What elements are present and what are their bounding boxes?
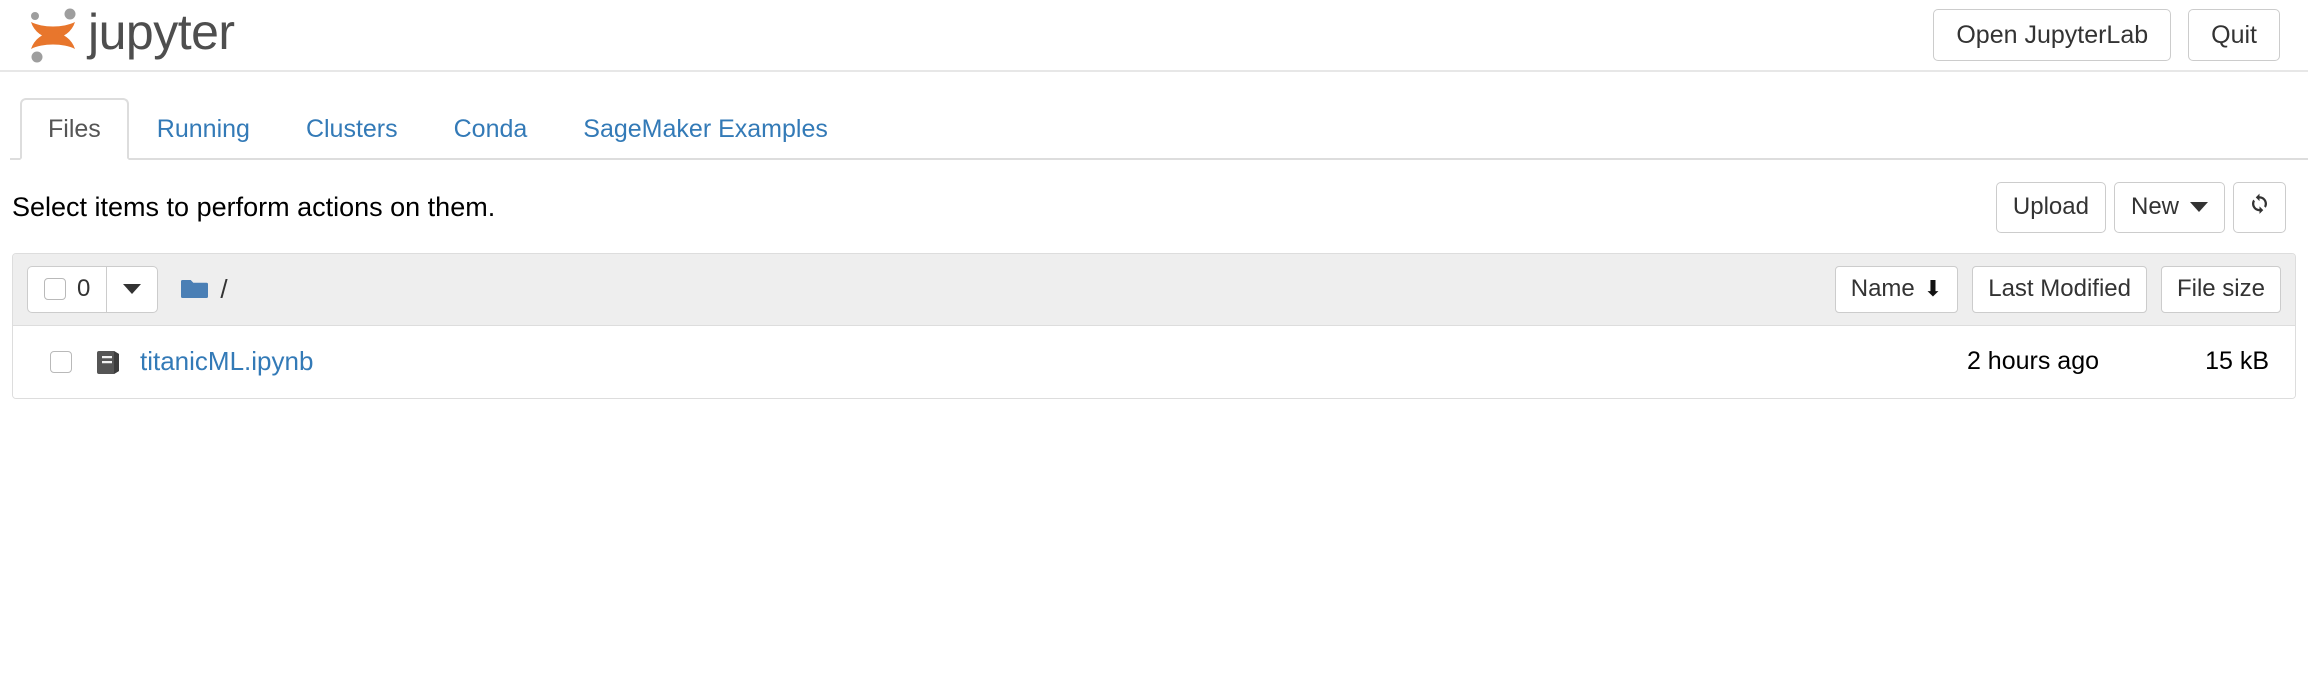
sort-by-file-size-button[interactable]: File size — [2160, 265, 2281, 313]
refresh-button[interactable] — [2233, 182, 2286, 233]
select-all-dropdown-button[interactable] — [106, 265, 159, 313]
jupyter-logo-icon — [22, 5, 84, 65]
new-button-label: New — [2130, 193, 2179, 220]
tab-conda[interactable]: Conda — [426, 98, 556, 160]
brand: jupyter — [22, 5, 235, 65]
row-checkbox-cell — [27, 350, 95, 373]
file-list-header: 0 / Name ⬇ Last Modified File size — [13, 253, 2295, 326]
file-last-modified: 2 hours ago — [1966, 347, 2099, 376]
sort-by-last-modified-button[interactable]: Last Modified — [1972, 265, 2147, 313]
quit-button[interactable]: Quit — [2188, 8, 2280, 62]
toolbar-actions: Upload New — [1995, 182, 2286, 233]
app-header: jupyter Open JupyterLab Quit — [0, 0, 2308, 72]
chevron-down-icon — [123, 284, 142, 295]
file-name-link[interactable]: titanicML.ipynb — [140, 346, 313, 377]
tab-files[interactable]: Files — [20, 98, 129, 160]
brand-title: jupyter — [88, 4, 235, 60]
file-size: 15 kB — [2205, 347, 2269, 376]
tabs-wrap: Files Running Clusters Conda SageMaker E… — [0, 72, 2308, 160]
chevron-down-icon — [2190, 202, 2208, 213]
folder-icon — [180, 277, 210, 302]
checkbox-icon[interactable] — [44, 278, 66, 301]
tab-bar: Files Running Clusters Conda SageMaker E… — [10, 98, 2308, 160]
action-toolbar: Select items to perform actions on them.… — [0, 160, 2308, 233]
sort-by-name-button[interactable]: Name ⬇ — [1834, 265, 1959, 313]
new-button[interactable]: New — [2113, 182, 2225, 233]
file-list-panel: 0 / Name ⬇ Last Modified File size titan… — [12, 252, 2296, 399]
header-actions: Open JupyterLab Quit — [1933, 8, 2280, 62]
tab-sagemaker-examples[interactable]: SageMaker Examples — [555, 98, 856, 160]
refresh-icon — [2247, 191, 2272, 224]
sort-controls: Name ⬇ Last Modified File size — [1834, 265, 2281, 313]
tab-running[interactable]: Running — [129, 98, 278, 160]
checkbox-icon[interactable] — [50, 350, 72, 373]
select-all-group: 0 — [27, 265, 159, 313]
select-all-button[interactable]: 0 — [27, 265, 107, 313]
tab-clusters[interactable]: Clusters — [278, 98, 426, 160]
selection-hint-text: Select items to perform actions on them. — [12, 191, 496, 222]
notebook-icon — [95, 349, 123, 375]
breadcrumb[interactable]: / — [220, 274, 227, 305]
upload-button[interactable]: Upload — [1995, 182, 2106, 233]
selected-count: 0 — [77, 274, 91, 302]
arrow-down-icon: ⬇ — [1923, 276, 1943, 302]
sort-name-label: Name — [1850, 274, 1915, 302]
open-jupyterlab-button[interactable]: Open JupyterLab — [1933, 8, 2172, 62]
table-row[interactable]: titanicML.ipynb 2 hours ago 15 kB — [13, 325, 2295, 398]
